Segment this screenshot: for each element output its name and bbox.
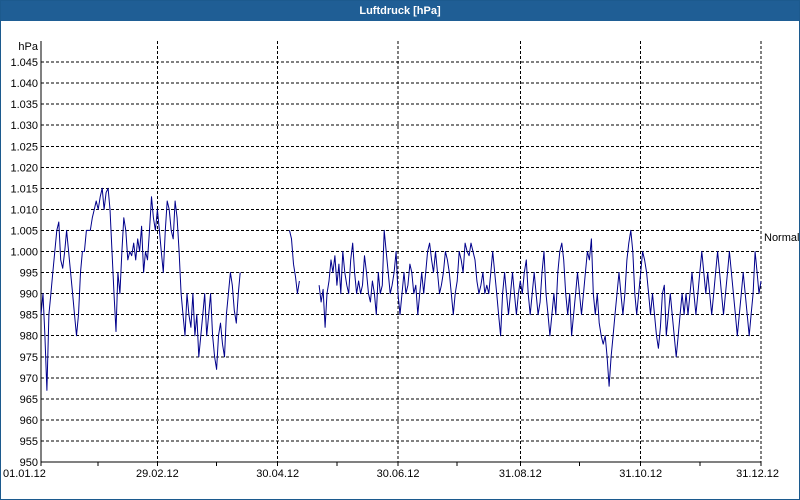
x-tick-label: 01.01.12 — [3, 468, 46, 480]
y-tick-label: 1.015 — [10, 183, 38, 195]
chart-window: Luftdruck [hPa] 950 955 960 965 970 975 980 985… — [0, 0, 800, 500]
y-tick-label: 970 — [20, 373, 38, 385]
x-tick-label: 30.06.12 — [377, 468, 420, 480]
x-tick-label: 30.04.12 — [256, 468, 299, 480]
pressure-series-line — [40, 187, 241, 391]
y-axis-label: hPa — [18, 41, 38, 53]
x-tick-label: 29.02.12 — [136, 468, 179, 480]
y-tick-label: 1.020 — [10, 162, 38, 174]
window-title: Luftdruck [hPa] — [1, 1, 799, 21]
y-tick-label: 1.005 — [10, 225, 38, 237]
x-tick-label: 31.10.12 — [619, 468, 662, 480]
x-tick-label: 31.08.12 — [499, 468, 542, 480]
y-tick-label: 1.030 — [10, 120, 38, 132]
y-tick-label: 980 — [20, 331, 38, 343]
x-tick-label: 31.12.12 — [736, 468, 779, 480]
pressure-series-line — [318, 229, 762, 387]
y-tick-label: 960 — [20, 415, 38, 427]
pressure-series-line — [289, 230, 300, 295]
y-tick-label: 985 — [20, 310, 38, 322]
chart-plot: 9509559609659709759809859909951.0001.005… — [3, 41, 799, 480]
y-tick-label: 1.010 — [10, 204, 38, 216]
y-tick-label: 1.025 — [10, 141, 38, 153]
y-tick-label: 1.035 — [10, 99, 38, 111]
y-tick-label: 975 — [20, 352, 38, 364]
y-tick-label: 990 — [20, 289, 38, 301]
y-tick-label: 995 — [20, 268, 38, 280]
normal-reference-label: Normal — [764, 232, 799, 244]
y-tick-label: 955 — [20, 436, 38, 448]
y-tick-label: 1.045 — [10, 57, 38, 69]
y-tick-label: 1.040 — [10, 78, 38, 90]
y-tick-label: 965 — [20, 394, 38, 406]
y-tick-label: 1.000 — [10, 247, 38, 259]
